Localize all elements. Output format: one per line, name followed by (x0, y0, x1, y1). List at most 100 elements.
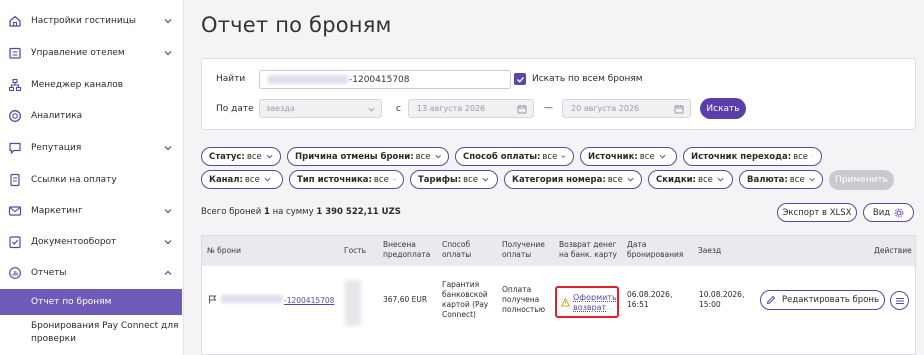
gear-icon (894, 208, 904, 217)
sidebar-item-payment-links[interactable]: Ссылки на оплату (0, 164, 182, 196)
filter-value: все (373, 174, 389, 185)
edit-booking-button[interactable]: Редактировать бронь (760, 290, 885, 310)
filter-cancel-reason[interactable]: Причина отмены брони: все (287, 147, 449, 166)
header-number: № брони (207, 246, 241, 255)
chevron-down-icon (264, 177, 271, 182)
export-xlsx-button[interactable]: Экспорт в XLSX (777, 203, 857, 222)
sidebar-item-label: Репутация (31, 143, 82, 153)
filter-value: все (246, 151, 262, 162)
chevron-down-icon (561, 155, 566, 158)
bookings-table: № брони Гость Внесена предоплата Способ … (201, 235, 916, 355)
filter-value: все (793, 151, 809, 162)
summary-amount: 1 390 522,11 UZS (316, 207, 401, 217)
filter-name: Тип источника: (297, 174, 372, 185)
guest-name-redacted (345, 280, 361, 326)
filter-payment-method[interactable]: Способ оплаты: все (455, 147, 574, 166)
chevron-down-icon (812, 156, 814, 158)
sidebar-item-label: Настройки гостиницы (31, 16, 136, 26)
sidebar-item-hotel-settings[interactable]: Настройки гостиницы (0, 5, 182, 37)
filter-value: все (415, 151, 431, 162)
filter-referral-source[interactable]: Источник перехода: все (683, 147, 822, 166)
apply-filters-button[interactable]: Применить (829, 170, 894, 190)
view-button-label: Вид (872, 207, 891, 218)
filter-source[interactable]: Источник: все (580, 147, 677, 166)
search-all-checkbox[interactable] (514, 73, 526, 85)
sidebar-subitem-pay-connect[interactable]: Бронирования Pay Connect для проверки (31, 320, 181, 346)
date-type-value: заезда (266, 104, 295, 113)
sidebar-subitem-bookings-report[interactable]: Отчет по броням (0, 289, 182, 315)
search-input-value: -1200415708 (349, 74, 410, 85)
filter-name: Способ оплаты: (463, 151, 541, 162)
filter-channel[interactable]: Канал: все (201, 170, 283, 189)
flag-icon[interactable] (208, 295, 217, 304)
filter-rates[interactable]: Тарифы: все (410, 170, 498, 189)
pencil-icon (766, 295, 776, 305)
chevron-down-icon (717, 177, 724, 182)
row-menu-button[interactable] (890, 291, 909, 310)
hotel-icon (8, 46, 22, 60)
filter-source-type[interactable]: Тип источника: все (289, 170, 404, 189)
payment-link-icon (8, 173, 22, 187)
chevron-down-icon (393, 178, 396, 181)
search-button[interactable]: Искать (700, 98, 746, 119)
chevron-down-icon (659, 154, 666, 159)
calendar-icon (517, 105, 527, 114)
booking-number[interactable]: -1200415708 (221, 295, 334, 306)
header-prepaid: Внесена предоплата (383, 240, 431, 259)
search-all-label: Искать по всем броням (532, 74, 643, 84)
sidebar-item-reports[interactable]: Отчеты (0, 257, 182, 289)
calendar-icon (674, 105, 684, 114)
sidebar-item-analytics[interactable]: Аналитика (0, 100, 182, 132)
chevron-down-icon (266, 154, 273, 159)
filter-discounts[interactable]: Скидки: все (648, 170, 733, 189)
chevron-up-icon (164, 270, 172, 275)
chevron-down-icon (482, 177, 489, 182)
table-header: № брони Гость Внесена предоплата Способ … (202, 236, 915, 266)
sidebar-item-label: Менеджер каналов (31, 80, 124, 90)
mail-icon (8, 204, 22, 218)
sidebar-item-hotel-management[interactable]: Управление отелем (0, 37, 182, 69)
filter-name: Причина отмены брони: (295, 151, 414, 162)
sidebar-item-label: Аналитика (31, 111, 83, 121)
filter-value: все (542, 151, 558, 162)
sidebar: Настройки гостиницы Управление отелем Ме… (0, 0, 184, 355)
sidebar-item-label: Маркетинг (31, 206, 83, 216)
sidebar-item-documents[interactable]: Документооборот (0, 226, 182, 258)
menu-icon (895, 297, 904, 304)
filter-currency[interactable]: Валюта: все (739, 170, 823, 189)
prepaid-amount: 367,60 EUR (383, 295, 428, 304)
date-to-input[interactable]: 20 августа 2026 (562, 99, 691, 118)
date-type-select[interactable]: заезда (259, 99, 382, 118)
bookings-summary: Всего броней 1 на сумму 1 390 522,11 UZS (201, 207, 401, 217)
sidebar-item-label: Управление отелем (31, 48, 125, 58)
filter-name: Тарифы: (418, 174, 462, 185)
chevron-down-icon (164, 146, 172, 151)
home-icon (8, 14, 22, 28)
sidebar-item-channel-manager[interactable]: Менеджер каналов (0, 69, 182, 101)
refund-highlight: Оформить возврат (555, 286, 619, 318)
checkmark-icon (516, 76, 524, 83)
filter-status[interactable]: Статус: все (201, 147, 281, 166)
channels-icon (8, 78, 22, 92)
chevron-down-icon (164, 51, 172, 56)
header-payment-received: Получение оплаты (502, 240, 545, 259)
sidebar-item-marketing[interactable]: Маркетинг (0, 195, 182, 227)
reports-icon (8, 266, 22, 280)
refund-link[interactable]: Оформить возврат (573, 293, 617, 313)
app-root: Настройки гостиницы Управление отелем Ме… (0, 0, 924, 355)
header-guest: Гость (344, 246, 367, 255)
date-from-value: 13 августа 2026 (417, 104, 486, 113)
search-input[interactable]: -1200415708 (259, 70, 511, 89)
booking-number-link[interactable]: -1200415708 (284, 296, 334, 305)
chevron-down-icon (164, 209, 172, 214)
sidebar-item-label: Документооборот (31, 237, 117, 247)
analytics-icon (8, 109, 22, 123)
filter-room-category[interactable]: Категория номера: все (504, 170, 642, 189)
date-from-input[interactable]: 13 августа 2026 (408, 99, 534, 118)
filter-name: Статус: (209, 151, 245, 162)
sidebar-item-reputation[interactable]: Репутация (0, 132, 182, 164)
filter-name: Валюта: (747, 174, 788, 185)
filter-value: все (697, 174, 713, 185)
booking-date: 06.08.2026, 16:51 (627, 290, 673, 309)
view-settings-button[interactable]: Вид (863, 203, 914, 222)
